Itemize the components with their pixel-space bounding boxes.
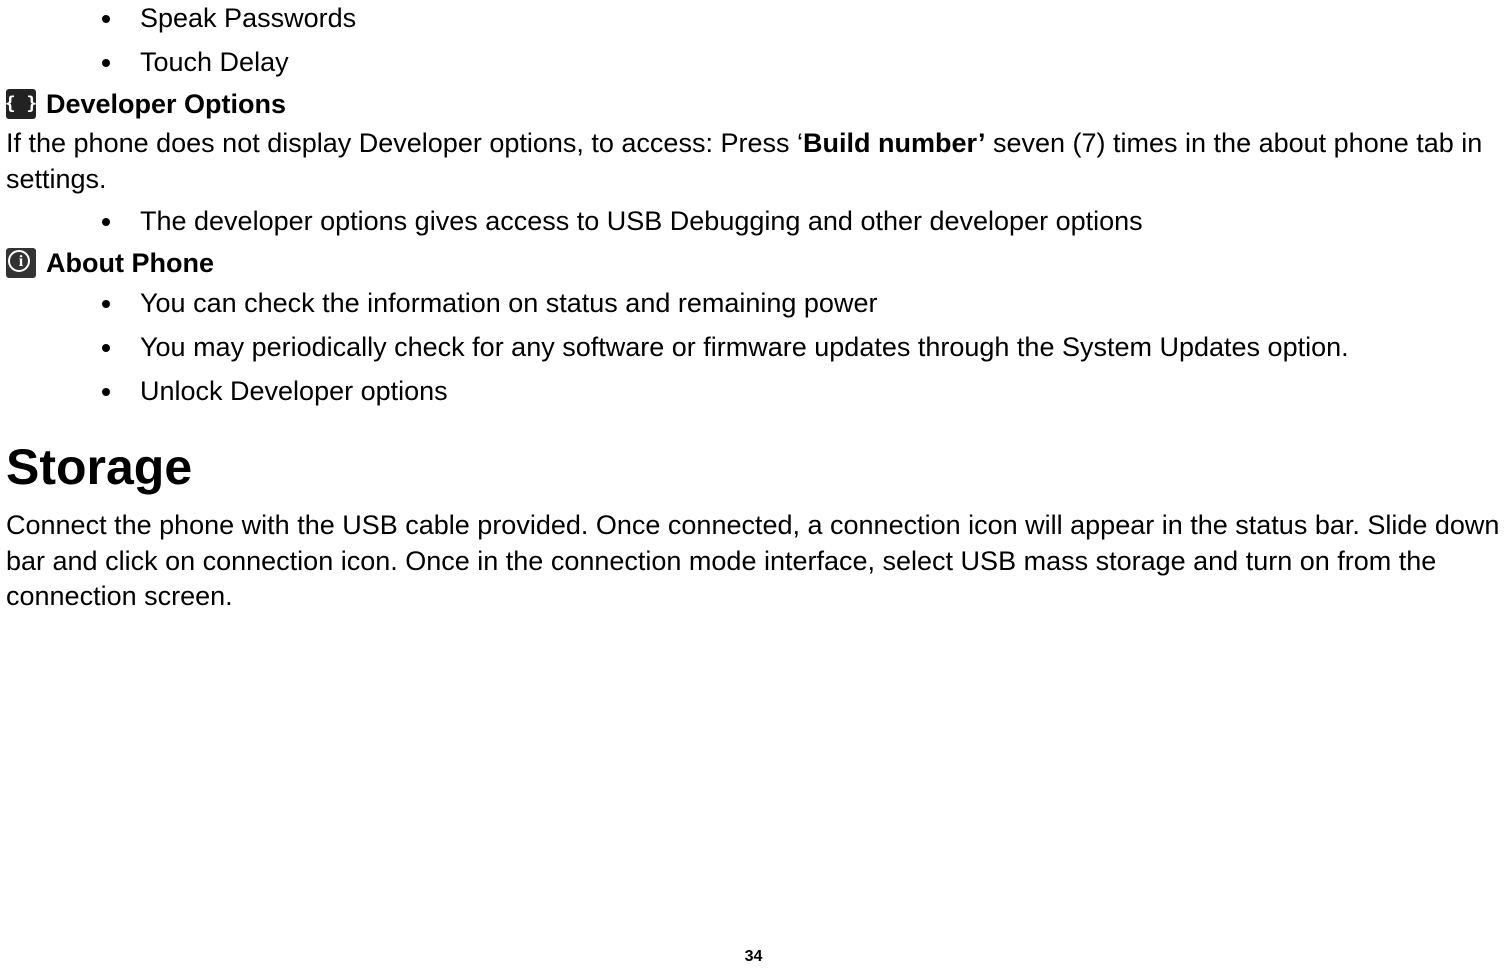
list-item-text: The developer options gives access to US… — [140, 206, 1143, 236]
list-item: Speak Passwords — [125, 0, 1503, 36]
about-list: You can check the information on status … — [0, 285, 1503, 410]
list-item: You can check the information on status … — [125, 285, 1503, 321]
page-number: 34 — [0, 948, 1507, 966]
list-item-text: Speak Passwords — [140, 3, 356, 33]
svg-text:{ }: { } — [6, 93, 36, 114]
about-phone-label: About Phone — [46, 248, 214, 279]
text-bold: Build number’ — [803, 128, 986, 158]
list-item: You may periodically check for any softw… — [125, 329, 1503, 365]
list-item-text: Unlock Developer options — [140, 376, 448, 406]
accessibility-list: Speak Passwords Touch Delay — [0, 0, 1503, 81]
text-pre: If the phone does not display Developer … — [6, 128, 803, 158]
developer-intro: If the phone does not display Developer … — [6, 126, 1503, 197]
developer-options-label: Developer Options — [46, 89, 286, 120]
storage-heading: Storage — [6, 438, 1503, 496]
developer-options-row: { } Developer Options — [6, 89, 1503, 120]
list-item-text: You may periodically check for any softw… — [140, 332, 1349, 362]
list-item: The developer options gives access to US… — [125, 203, 1503, 239]
list-item-text: Touch Delay — [140, 47, 289, 77]
developer-list: The developer options gives access to US… — [0, 203, 1503, 239]
storage-paragraph: Connect the phone with the USB cable pro… — [6, 508, 1503, 615]
braces-icon: { } — [6, 89, 36, 119]
info-icon — [6, 248, 36, 278]
about-phone-row: About Phone — [6, 248, 1503, 279]
list-item-text: You can check the information on status … — [140, 288, 877, 318]
list-item: Touch Delay — [125, 44, 1503, 80]
list-item: Unlock Developer options — [125, 373, 1503, 409]
